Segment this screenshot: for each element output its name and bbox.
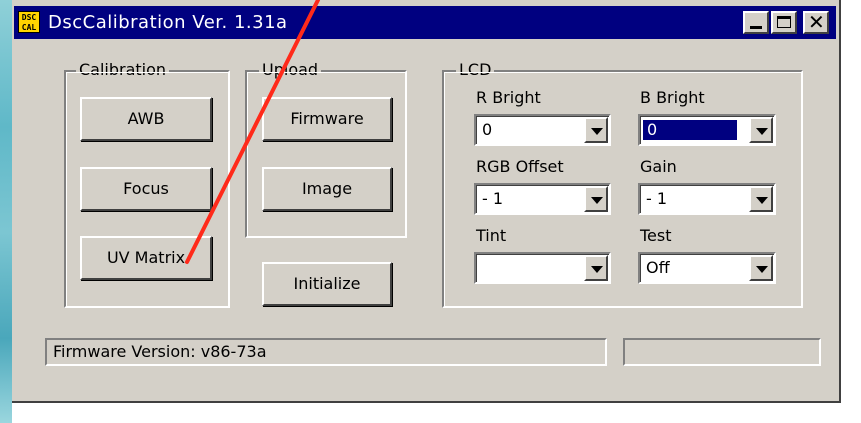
chevron-down-icon[interactable] bbox=[584, 186, 608, 212]
initialize-button[interactable]: Initialize bbox=[262, 262, 392, 306]
initialize-button-label: Initialize bbox=[293, 274, 361, 293]
focus-button[interactable]: Focus bbox=[80, 167, 212, 211]
maximize-icon bbox=[777, 16, 791, 28]
calibration-legend: Calibration bbox=[76, 59, 170, 81]
uv-matrix-button-label: UV Matrix bbox=[106, 248, 186, 267]
chevron-down-icon[interactable] bbox=[584, 255, 608, 281]
awb-button[interactable]: AWB bbox=[80, 97, 212, 141]
lcd-legend: LCD bbox=[456, 59, 495, 81]
image-button-label: Image bbox=[301, 179, 353, 198]
title-bar[interactable]: DSC CAL DscCalibration Ver. 1.31a ✕ bbox=[14, 6, 836, 39]
chevron-down-icon[interactable] bbox=[749, 117, 773, 143]
r-bright-label: R Bright bbox=[476, 88, 541, 107]
uv-matrix-button[interactable]: UV Matrix bbox=[80, 236, 212, 280]
awb-button-label: AWB bbox=[127, 109, 165, 128]
gain-select[interactable]: - 1 bbox=[638, 183, 776, 215]
close-icon: ✕ bbox=[808, 10, 825, 34]
rgb-offset-label: RGB Offset bbox=[476, 157, 564, 176]
tint-select[interactable] bbox=[474, 252, 611, 284]
secondary-status bbox=[623, 338, 821, 366]
minimize-icon bbox=[750, 26, 762, 29]
chevron-down-icon[interactable] bbox=[749, 255, 773, 281]
test-select[interactable]: Off bbox=[638, 252, 776, 284]
close-button[interactable]: ✕ bbox=[803, 11, 829, 34]
gain-label: Gain bbox=[640, 157, 677, 176]
chevron-down-icon[interactable] bbox=[584, 117, 608, 143]
rgb-offset-select[interactable]: - 1 bbox=[474, 183, 611, 215]
rgb-offset-value: - 1 bbox=[482, 189, 504, 208]
focus-button-label: Focus bbox=[123, 179, 169, 198]
b-bright-value: 0 bbox=[642, 119, 738, 141]
firmware-upload-button[interactable]: Firmware bbox=[262, 97, 392, 141]
minimize-button[interactable] bbox=[743, 11, 769, 34]
firmware-version-status: Firmware Version: v86-73a bbox=[45, 338, 607, 366]
test-label: Test bbox=[640, 226, 672, 245]
gain-value: - 1 bbox=[646, 189, 668, 208]
upload-group: Upload bbox=[245, 59, 407, 238]
upload-legend: Upload bbox=[259, 59, 322, 81]
maximize-button[interactable] bbox=[771, 11, 797, 34]
b-bright-select[interactable]: 0 bbox=[638, 114, 776, 146]
window-title: DscCalibration Ver. 1.31a bbox=[48, 12, 288, 33]
firmware-button-label: Firmware bbox=[290, 109, 364, 128]
b-bright-label: B Bright bbox=[640, 88, 705, 107]
image-upload-button[interactable]: Image bbox=[262, 167, 392, 211]
tint-label: Tint bbox=[476, 226, 507, 245]
app-icon: DSC CAL bbox=[18, 11, 40, 33]
r-bright-value: 0 bbox=[482, 120, 493, 139]
test-value: Off bbox=[646, 258, 670, 277]
chevron-down-icon[interactable] bbox=[749, 186, 773, 212]
r-bright-select[interactable]: 0 bbox=[474, 114, 611, 146]
desktop-background bbox=[0, 0, 12, 423]
